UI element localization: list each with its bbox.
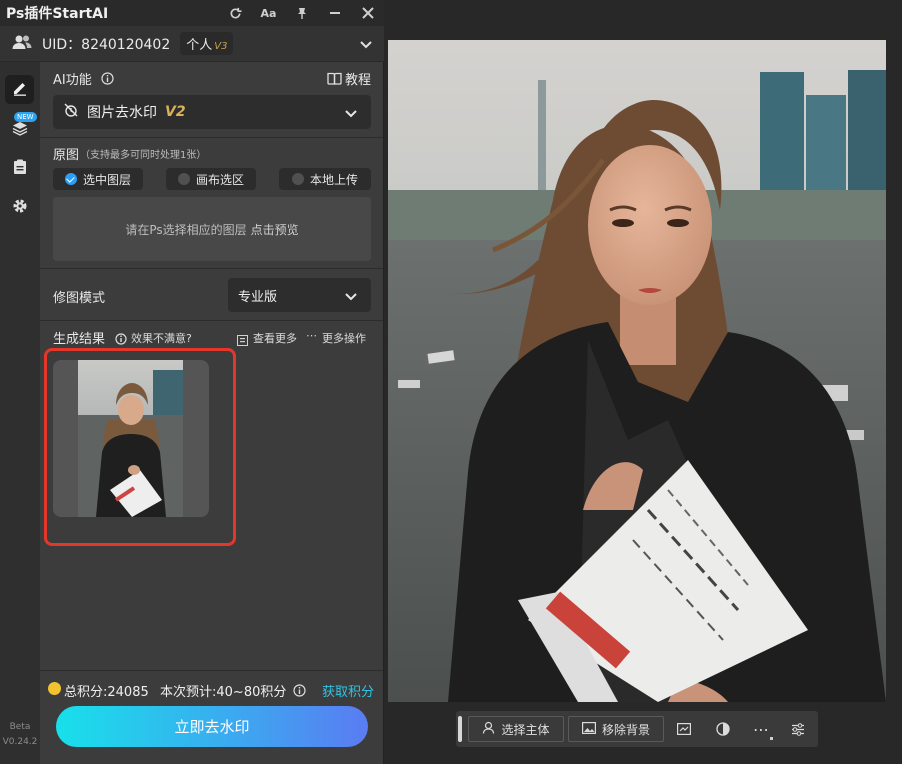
info-icon[interactable] [293,682,306,701]
view-more-link[interactable]: 查看更多 [253,330,297,346]
title-bar: Ps插件StartAI Aa [0,0,384,26]
sidebar-item-settings[interactable] [5,193,34,222]
divider [40,320,383,321]
toolbar-grip[interactable] [458,716,462,742]
option-selected-layer[interactable]: 选中图层 [53,168,143,190]
select-subject-label: 选择主体 [501,722,550,737]
refresh-icon[interactable] [219,0,252,26]
app-title: Ps插件StartAI [6,6,109,22]
remove-background-button[interactable]: 移除背景 [568,716,664,742]
option-label: 选中图层 [82,172,131,187]
version-number: V0.24.2 [2,737,38,747]
result-label: 生成结果 [53,332,106,347]
divider [40,670,383,671]
remove-background-label: 移除背景 [601,722,650,737]
info-icon[interactable] [101,70,114,89]
more-ops-link[interactable]: 更多操作 [322,330,366,346]
divider [40,137,383,138]
image-adjust-icon[interactable] [671,716,697,742]
plan-badge: 个人 V3 [180,32,234,55]
info-icon[interactable] [115,330,127,349]
feature-name: 图片去水印 [87,105,157,121]
sliders-icon[interactable] [785,716,811,742]
option-canvas-selection[interactable]: 画布选区 [166,168,256,190]
close-icon[interactable] [351,0,384,26]
contextual-toolbar: 选择主体 移除背景 ⋯ [456,711,818,747]
gear-icon [12,198,28,218]
tutorial-link[interactable]: 教程 [345,69,371,88]
new-tag: NEW [14,112,37,122]
cta-label: 立即去水印 [174,718,250,736]
source-label: 原图 [53,148,80,163]
radio-checked-icon [64,173,77,185]
pin-icon[interactable] [285,0,318,26]
plan-name: 个人 [186,38,213,53]
chevron-down-icon[interactable] [360,34,372,53]
get-points-link[interactable]: 获取积分 [322,681,374,700]
plan-version: V3 [214,41,228,52]
clipboard-icon [13,159,27,179]
total-points: 总积分:24085 [64,685,149,700]
version-beta: Beta [9,722,31,732]
result-card[interactable] [53,360,209,517]
preview-link[interactable]: 点击预览 [251,221,299,238]
option-label: 本地上传 [309,172,358,187]
book-icon[interactable] [327,70,342,89]
uid-label: UID：8240120402 [42,36,171,53]
user-bar[interactable]: UID：8240120402 个人 V3 [0,26,384,62]
radio-icon [291,173,304,185]
sidebar-item-edit[interactable] [5,75,34,104]
ai-function-label: AI功能 [53,73,92,88]
mode-label: 修图模式 [53,291,106,306]
sidebar-item-tasks[interactable] [5,154,34,183]
divider [40,268,383,269]
feedback-link[interactable]: 效果不满意? [131,330,192,346]
mode-select[interactable]: 专业版 [228,278,371,312]
image-icon [581,721,596,737]
canvas-image[interactable] [388,40,886,702]
mode-value: 专业版 [238,289,278,305]
sidebar: NEW Beta V0.24.2 [0,62,40,764]
feature-select[interactable]: 图片去水印 V2 [53,95,371,129]
watermark-off-icon [63,102,79,122]
option-label: 画布选区 [195,172,244,187]
minimize-icon[interactable] [318,0,351,26]
option-local-upload[interactable]: 本地上传 [279,168,371,190]
dropdown-indicator [770,737,773,740]
result-thumbnail [78,360,183,517]
chevron-down-icon [345,103,357,122]
remove-watermark-button[interactable]: 立即去水印 [56,706,368,747]
source-hint: （支持最多可同时处理1张） [80,150,207,161]
radio-icon [177,173,190,185]
estimate-points: 本次预计:40~80积分 [160,685,287,700]
pencil-icon [12,80,28,100]
portrait-photo [388,40,886,702]
more-dots-icon: ⋯ [306,329,317,342]
layers-icon [12,120,28,140]
select-subject-button[interactable]: 选择主体 [468,716,564,742]
font-size-icon[interactable]: Aa [252,0,285,26]
users-icon [12,34,32,54]
feature-version: V2 [165,104,186,120]
source-preview-area[interactable]: 请在Ps选择相应的图层 点击预览 [53,197,371,261]
preview-text: 请在Ps选择相应的图层 [125,222,247,237]
contrast-icon[interactable] [710,716,736,742]
view-more-icon [237,331,248,350]
person-icon [482,721,495,737]
chevron-down-icon [345,286,357,305]
coin-icon [48,682,61,695]
